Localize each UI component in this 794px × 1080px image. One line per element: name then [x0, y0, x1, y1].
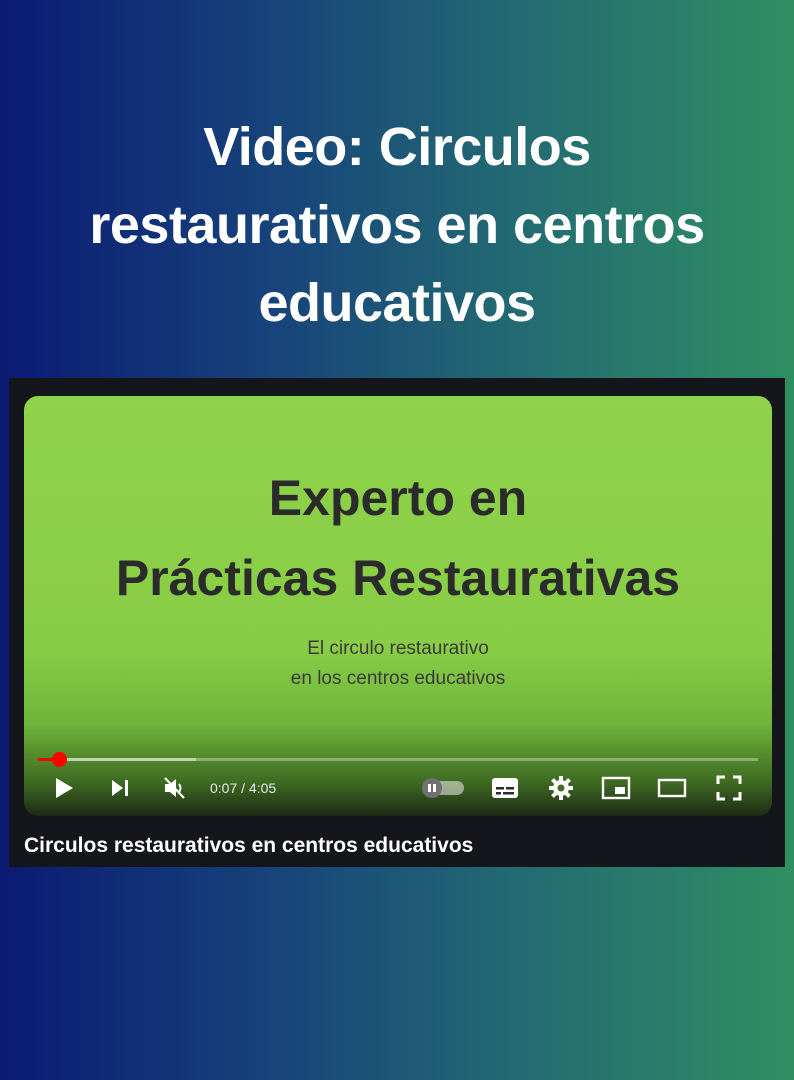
miniplayer-button[interactable]: [600, 774, 632, 802]
time-display: 0:07 / 4:05: [210, 780, 277, 796]
slide-title-line-1: Experto en: [268, 470, 528, 526]
settings-icon: [549, 776, 573, 800]
fullscreen-button[interactable]: [714, 774, 744, 802]
theater-icon: [657, 778, 687, 798]
next-icon: [112, 780, 128, 796]
play-icon: [56, 778, 73, 798]
settings-button[interactable]: [546, 774, 576, 802]
slide-subtitle-line-1: El circulo restaurativo: [307, 638, 489, 659]
progress-scrubber[interactable]: [51, 752, 67, 767]
slide-subtitle: El circulo restaurativo en los centros e…: [24, 634, 772, 694]
subtitles-button[interactable]: [490, 774, 520, 802]
video-player[interactable]: Experto en Prácticas Restaurativas El ci…: [9, 378, 785, 867]
subtitles-icon: [492, 778, 518, 798]
slide-title: Experto en Prácticas Restaurativas: [24, 458, 772, 618]
miniplayer-icon: [601, 776, 631, 800]
mute-button[interactable]: [160, 774, 190, 802]
theater-button[interactable]: [656, 774, 688, 802]
page-title: Video: Circulos restaurativos en centros…: [89, 117, 705, 333]
video-title[interactable]: Circulos restaurativos en centros educat…: [24, 833, 473, 859]
fullscreen-icon: [716, 775, 742, 801]
slide-title-line-2: Prácticas Restaurativas: [115, 550, 681, 606]
slide-subtitle-line-2: en los centros educativos: [290, 668, 506, 689]
autoplay-toggle[interactable]: [422, 778, 464, 798]
progress-bar[interactable]: [38, 752, 758, 767]
play-button[interactable]: [50, 774, 78, 802]
video-frame[interactable]: Experto en Prácticas Restaurativas El ci…: [24, 396, 772, 816]
mute-icon: [164, 777, 185, 799]
next-button[interactable]: [106, 774, 134, 802]
pause-icon: [422, 778, 442, 798]
